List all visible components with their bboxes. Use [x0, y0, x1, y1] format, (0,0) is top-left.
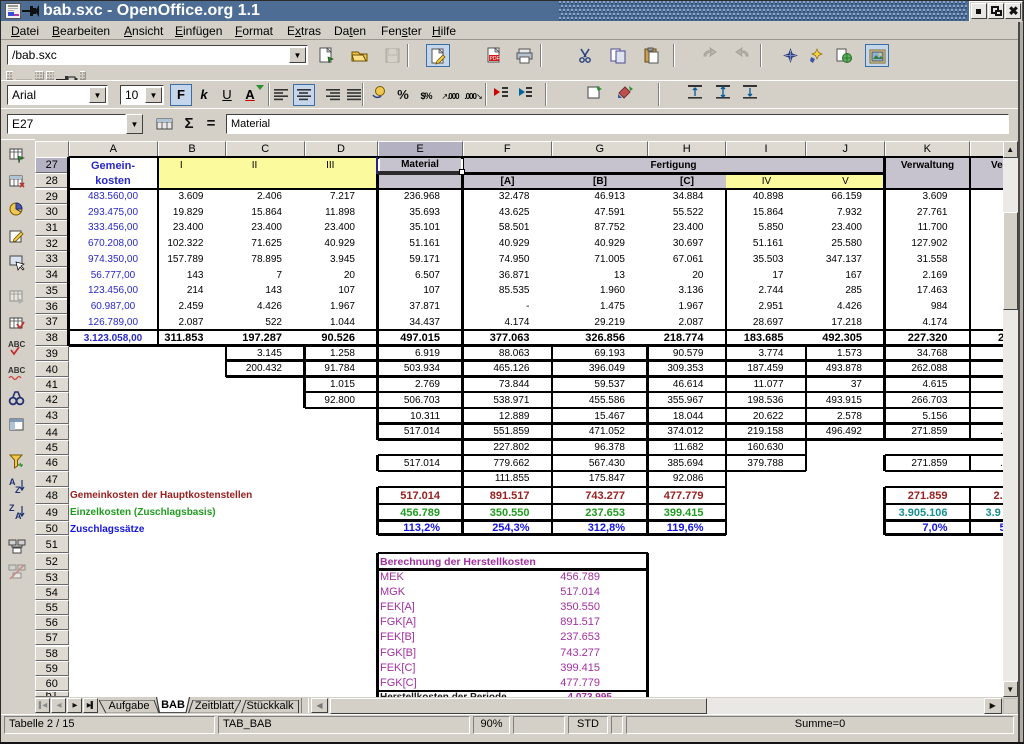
- svg-text:Z: Z: [15, 485, 21, 495]
- svg-text:PDF: PDF: [490, 56, 500, 62]
- svg-text:ABC: ABC: [8, 366, 26, 375]
- svg-text:ABC: ABC: [8, 340, 26, 349]
- svg-text:A: A: [15, 511, 22, 521]
